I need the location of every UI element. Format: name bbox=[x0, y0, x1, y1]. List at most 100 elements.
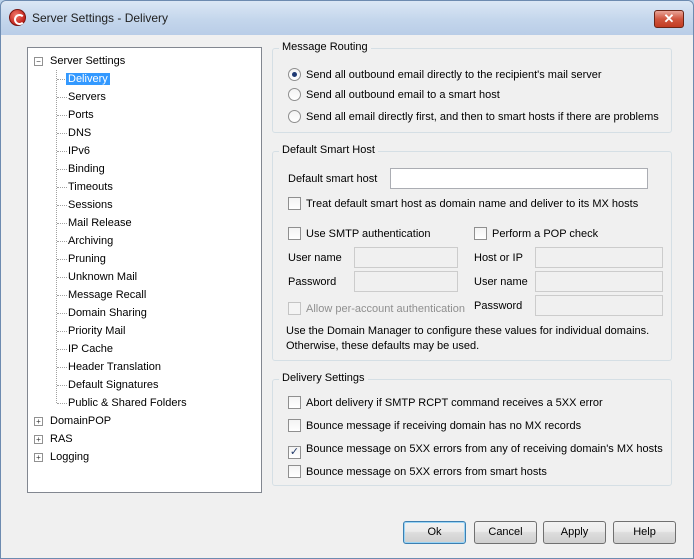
radio-button[interactable] bbox=[288, 110, 301, 123]
pop-check-checkbox[interactable]: Perform a POP check bbox=[474, 226, 598, 242]
radio-label: Send all outbound email to a smart host bbox=[306, 89, 500, 101]
radio-label: Send all outbound email directly to the … bbox=[306, 69, 602, 81]
tree-item-public-shared-folders[interactable]: Public & Shared Folders bbox=[66, 394, 189, 412]
tree-item-domainpop[interactable]: DomainPOP bbox=[48, 412, 113, 430]
tree-item-label: Sessions bbox=[68, 199, 113, 211]
tree-item-servers[interactable]: Servers bbox=[66, 88, 108, 106]
use-smtp-auth-checkbox[interactable]: Use SMTP authentication bbox=[288, 226, 431, 242]
window-title: Server Settings - Delivery bbox=[32, 11, 169, 25]
ok-button[interactable]: Ok bbox=[403, 521, 466, 544]
expand-icon[interactable]: + bbox=[34, 417, 43, 426]
title-bar[interactable]: Server Settings - Delivery ✕ bbox=[1, 1, 693, 35]
checkbox-box[interactable] bbox=[288, 197, 301, 210]
radio-button[interactable] bbox=[288, 68, 301, 81]
tree-item-sessions[interactable]: Sessions bbox=[66, 196, 115, 214]
tree-item-ports[interactable]: Ports bbox=[66, 106, 96, 124]
tree-item-mail-release[interactable]: Mail Release bbox=[66, 214, 134, 232]
checkbox-box[interactable] bbox=[288, 396, 301, 409]
tree-item-server-settings[interactable]: Server Settings bbox=[48, 52, 127, 70]
expand-icon[interactable]: + bbox=[34, 453, 43, 462]
group-title: Message Routing bbox=[279, 41, 371, 53]
radio-button[interactable] bbox=[288, 88, 301, 101]
tree-item-binding[interactable]: Binding bbox=[66, 160, 107, 178]
smtp-user-name-label: User name bbox=[288, 252, 342, 264]
tree-item-label: Logging bbox=[50, 451, 90, 463]
routing-option-3[interactable]: Send all email directly first, and then … bbox=[288, 109, 659, 125]
cancel-button[interactable]: Cancel bbox=[474, 521, 537, 544]
checkbox-box[interactable] bbox=[288, 419, 301, 432]
smtp-password-label: Password bbox=[288, 276, 337, 288]
tree-item-logging[interactable]: Logging bbox=[48, 448, 91, 466]
tree-item-domain-sharing[interactable]: Domain Sharing bbox=[66, 304, 149, 322]
pop-password-label: Password bbox=[474, 300, 523, 312]
collapse-icon[interactable]: − bbox=[34, 57, 43, 66]
delivery-option-3[interactable]: ✓ Bounce message on 5XX errors from any o… bbox=[288, 441, 663, 459]
tree-item-message-recall[interactable]: Message Recall bbox=[66, 286, 148, 304]
checkbox-box[interactable] bbox=[474, 227, 487, 240]
checkbox-label: Treat default smart host as domain name … bbox=[306, 198, 639, 210]
checkbox-label: Use SMTP authentication bbox=[306, 228, 431, 240]
tree-item-label: Timeouts bbox=[68, 181, 113, 193]
checkbox-label: Bounce message on 5XX errors from smart … bbox=[306, 466, 547, 478]
expand-icon[interactable]: + bbox=[34, 435, 43, 444]
tree-item-label: Ports bbox=[68, 109, 94, 121]
pop-user-name-input[interactable] bbox=[535, 271, 663, 292]
tree-item-archiving[interactable]: Archiving bbox=[66, 232, 115, 250]
settings-tree[interactable]: − Server Settings Delivery Servers Ports DNS I… bbox=[27, 47, 262, 493]
treat-as-domain-checkbox[interactable]: Treat default smart host as domain name … bbox=[288, 196, 638, 212]
tree-item-header-translation[interactable]: Header Translation bbox=[66, 358, 163, 376]
pop-password-input[interactable] bbox=[535, 295, 663, 316]
delivery-option-1[interactable]: Abort delivery if SMTP RCPT command rece… bbox=[288, 395, 603, 411]
routing-option-1[interactable]: Send all outbound email directly to the … bbox=[288, 67, 602, 83]
delivery-option-2[interactable]: Bounce message if receiving domain has n… bbox=[288, 418, 581, 434]
tree-item-label: Default Signatures bbox=[68, 379, 159, 391]
tree-item-unknown-mail[interactable]: Unknown Mail bbox=[66, 268, 139, 286]
apply-button[interactable]: Apply bbox=[543, 521, 606, 544]
tree-item-dns[interactable]: DNS bbox=[66, 124, 93, 142]
tree-item-label: Unknown Mail bbox=[68, 271, 138, 283]
tree-item-ip-cache[interactable]: IP Cache bbox=[66, 340, 115, 358]
checkbox-label: Bounce message if receiving domain has n… bbox=[306, 420, 582, 432]
domain-manager-note: Use the Domain Manager to configure thes… bbox=[286, 325, 650, 352]
tree-item-delivery[interactable]: Delivery bbox=[66, 70, 110, 88]
close-button[interactable]: ✕ bbox=[654, 10, 684, 28]
default-smart-host-input[interactable] bbox=[390, 168, 648, 189]
checkbox-box[interactable] bbox=[288, 302, 301, 315]
tree-item-label: DomainPOP bbox=[50, 415, 112, 427]
tree-item-label: RAS bbox=[50, 433, 73, 445]
delivery-option-4[interactable]: Bounce message on 5XX errors from smart … bbox=[288, 464, 547, 480]
checkbox-label: Perform a POP check bbox=[492, 228, 599, 240]
tree-item-ras[interactable]: RAS bbox=[48, 430, 75, 448]
smtp-password-input[interactable] bbox=[354, 271, 458, 292]
tree-item-label: DNS bbox=[68, 127, 92, 139]
tree-item-ipv6[interactable]: IPv6 bbox=[66, 142, 92, 160]
tree-item-label: IPv6 bbox=[68, 145, 91, 157]
smtp-user-name-input[interactable] bbox=[354, 247, 458, 268]
tree-item-priority-mail[interactable]: Priority Mail bbox=[66, 322, 127, 340]
help-button[interactable]: Help bbox=[613, 521, 676, 544]
tree-item-label: Pruning bbox=[68, 253, 106, 265]
tree-item-label: Server Settings bbox=[50, 55, 126, 67]
tree-item-default-signatures[interactable]: Default Signatures bbox=[66, 376, 161, 394]
tree-item-label: Header Translation bbox=[68, 361, 161, 373]
checkbox-box[interactable] bbox=[288, 465, 301, 478]
checkbox-label: Bounce message on 5XX errors from any of… bbox=[306, 443, 663, 455]
tree-item-label: IP Cache bbox=[68, 343, 114, 355]
checkbox-label: Allow per-account authentication bbox=[306, 303, 465, 315]
per-account-auth-checkbox[interactable]: Allow per-account authentication bbox=[288, 301, 465, 317]
checkbox-checked-icon[interactable]: ✓ bbox=[288, 446, 301, 459]
default-smart-host-label: Default smart host bbox=[288, 173, 378, 185]
pop-host-input[interactable] bbox=[535, 247, 663, 268]
tree-item-label: Mail Release bbox=[68, 217, 132, 229]
tree-item-label: Message Recall bbox=[68, 289, 147, 301]
tree-item-timeouts[interactable]: Timeouts bbox=[66, 178, 115, 196]
tree-item-label: Priority Mail bbox=[68, 325, 126, 337]
tree-item-pruning[interactable]: Pruning bbox=[66, 250, 108, 268]
checkbox-box[interactable] bbox=[288, 227, 301, 240]
tree-connector-line bbox=[56, 70, 57, 403]
dialog-window: Server Settings - Delivery ✕ − Server Set… bbox=[0, 0, 694, 559]
tree-item-label: Binding bbox=[68, 163, 105, 175]
tree-item-label: Domain Sharing bbox=[68, 307, 147, 319]
routing-option-2[interactable]: Send all outbound email to a smart host bbox=[288, 87, 500, 103]
app-logo-icon bbox=[9, 9, 26, 26]
